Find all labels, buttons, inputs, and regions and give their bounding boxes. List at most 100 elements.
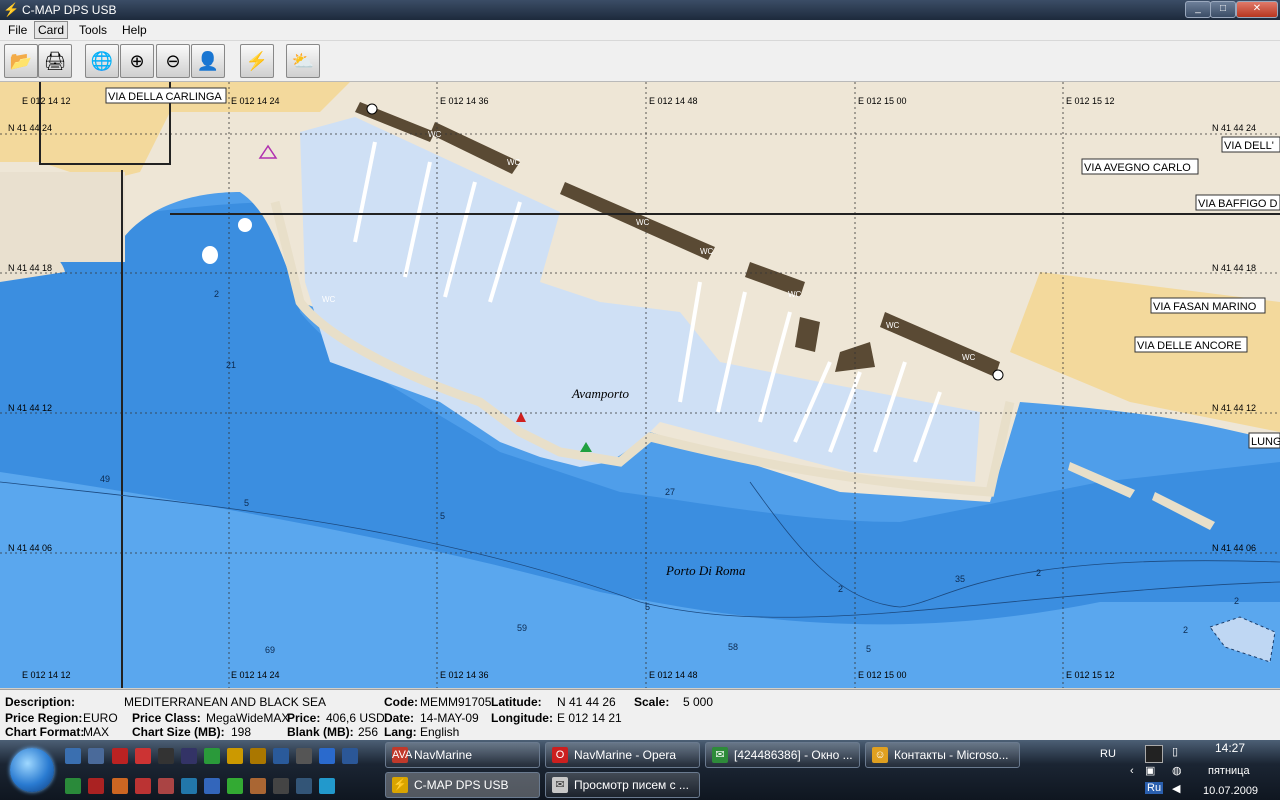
bottom-coord-3: E 012 14 36	[440, 670, 489, 680]
lightning-app-icon[interactable]	[227, 748, 243, 764]
clock-time[interactable]: 14:27	[1215, 741, 1245, 755]
network-app-icon[interactable]	[296, 748, 312, 764]
svg-text:58: 58	[728, 642, 738, 652]
keyboard-layout-indicator[interactable]: Ru	[1145, 782, 1164, 794]
app-icon-19[interactable]	[181, 778, 197, 794]
chart-format-value: MAX	[83, 725, 110, 739]
contacts-app-icon[interactable]	[250, 748, 266, 764]
app-icon-6[interactable]	[181, 748, 197, 764]
app-icon-15[interactable]	[88, 778, 104, 794]
word-icon[interactable]	[342, 748, 358, 764]
menu-file[interactable]: File	[6, 23, 29, 37]
tray-network-icon[interactable]: ▣	[1145, 764, 1155, 777]
task-contacts[interactable]: ☺ Контакты - Microso...	[865, 742, 1020, 768]
bottom-coord-4: E 012 14 48	[649, 670, 698, 680]
menu-tools[interactable]: Tools	[77, 23, 109, 37]
svg-text:49: 49	[100, 474, 110, 484]
lightning-icon[interactable]: ⚡	[240, 44, 274, 78]
menu-card[interactable]: Card	[34, 21, 69, 39]
show-desktop-icon[interactable]	[65, 748, 81, 764]
task-navmarine[interactable]: AVA NavMarine	[385, 742, 540, 768]
disk-icon[interactable]	[88, 748, 104, 764]
app-icon-16[interactable]	[112, 778, 128, 794]
title-bar: ⚡ C-MAP DPS USB _ □ ✕	[0, 0, 1280, 20]
top-coord-6: E 012 15 12	[1066, 96, 1115, 106]
svg-text:WC: WC	[636, 218, 650, 227]
icq-icon[interactable]	[204, 748, 220, 764]
svg-text:WC: WC	[886, 321, 900, 330]
open-folder-icon[interactable]: 📂	[4, 44, 38, 78]
zoom-in-icon[interactable]: ⊕	[120, 44, 154, 78]
scale-value: 5 000	[683, 695, 714, 709]
svg-text:2: 2	[1234, 596, 1239, 606]
cmap-task-icon: ⚡	[392, 777, 408, 793]
svg-text:WC: WC	[428, 130, 442, 139]
right-lat-3: N 41 44 12	[1212, 403, 1256, 413]
left-lat-1: N 41 44 24	[8, 123, 52, 133]
description-value: MEDITERRANEAN AND BLACK SEA	[124, 695, 327, 709]
top-coord-4: E 012 14 48	[649, 96, 698, 106]
lang-value: English	[420, 725, 460, 739]
app-icon-25[interactable]	[319, 778, 335, 794]
icq-task-icon: ✉	[712, 747, 728, 763]
task-cmap-dps-usb[interactable]: ⚡ C-MAP DPS USB	[385, 772, 540, 798]
globe-icon[interactable]: 🌐	[85, 44, 119, 78]
minimize-button[interactable]: _	[1185, 1, 1211, 18]
windows-taskbar: AVA NavMarine O NavMarine - Opera ✉ [424…	[0, 740, 1280, 800]
svg-text:2: 2	[838, 584, 843, 594]
clock-date: 10.07.2009	[1203, 785, 1259, 797]
nautical-chart[interactable]: WC WC WC WC WC WC WC WC VIA DELLA CARLIN…	[0, 82, 1280, 688]
scale-label: Scale:	[634, 695, 670, 709]
tray-expand-icon[interactable]: ‹	[1130, 765, 1134, 777]
svg-text:5: 5	[866, 644, 871, 654]
language-indicator[interactable]: RU	[1100, 748, 1116, 760]
svg-text:WC: WC	[507, 158, 521, 167]
bottom-coord-1: E 012 14 12	[22, 670, 71, 680]
weather-icon[interactable]: ⛅	[286, 44, 320, 78]
lang-label: Lang:	[384, 725, 417, 739]
app-icon-22[interactable]	[250, 778, 266, 794]
date-value: 14-MAY-09	[420, 711, 479, 725]
svg-text:27: 27	[665, 487, 675, 497]
excel-icon[interactable]	[65, 778, 81, 794]
zoom-out-icon[interactable]: ⊖	[156, 44, 190, 78]
tray-app-icon[interactable]	[1145, 745, 1163, 763]
tray-battery-icon[interactable]: ▯	[1172, 745, 1178, 758]
app-icon-17[interactable]	[135, 778, 151, 794]
app-icon-18[interactable]	[158, 778, 174, 794]
svg-text:5: 5	[645, 602, 650, 612]
start-button[interactable]	[10, 748, 54, 792]
task-mail-viewer[interactable]: ✉ Просмотр писем с ...	[545, 772, 700, 798]
svg-text:2: 2	[1183, 625, 1188, 635]
top-coord-1: E 012 14 12	[22, 96, 71, 106]
ava-icon[interactable]	[135, 748, 151, 764]
svg-text:2: 2	[1036, 568, 1041, 578]
chart-size-label: Chart Size (MB):	[132, 725, 225, 739]
grid-app-icon[interactable]	[158, 748, 174, 764]
menu-help[interactable]: Help	[120, 23, 149, 37]
price-class-label: Price Class:	[132, 711, 201, 725]
task-icq-window[interactable]: ✉ [424486386] - Окно ...	[705, 742, 860, 768]
person-icon[interactable]: 👤	[191, 44, 225, 78]
opera-icon[interactable]	[112, 748, 128, 764]
street-via-baffigo: VIA BAFFIGO D	[1198, 198, 1278, 210]
volume-icon[interactable]: ◀	[1172, 782, 1180, 795]
chart-canvas[interactable]: WCWCWC WCWCWC WCWC VIA DELLA CARLINGA VI…	[0, 82, 1280, 688]
app-icon-20[interactable]	[204, 778, 220, 794]
close-button[interactable]: ✕	[1236, 1, 1278, 18]
tray-status-icon[interactable]: ◍	[1172, 764, 1182, 777]
app-icon-21[interactable]	[227, 778, 243, 794]
app-icon-24[interactable]	[296, 778, 312, 794]
print-icon[interactable]: 🖨	[38, 44, 72, 78]
task-navmarine-opera[interactable]: O NavMarine - Opera	[545, 742, 700, 768]
app-icon-10[interactable]	[273, 748, 289, 764]
latitude-label: Latitude:	[491, 695, 542, 709]
left-lat-2: N 41 44 18	[8, 263, 52, 273]
street-via-dell: VIA DELL'	[1224, 140, 1274, 152]
maximize-button[interactable]: □	[1210, 1, 1236, 18]
right-lat-1: N 41 44 24	[1212, 123, 1256, 133]
code-value: MEMM91705	[420, 695, 492, 709]
app-icon-23[interactable]	[273, 778, 289, 794]
contacts-task-icon: ☺	[872, 747, 888, 763]
browser-icon[interactable]	[319, 748, 335, 764]
